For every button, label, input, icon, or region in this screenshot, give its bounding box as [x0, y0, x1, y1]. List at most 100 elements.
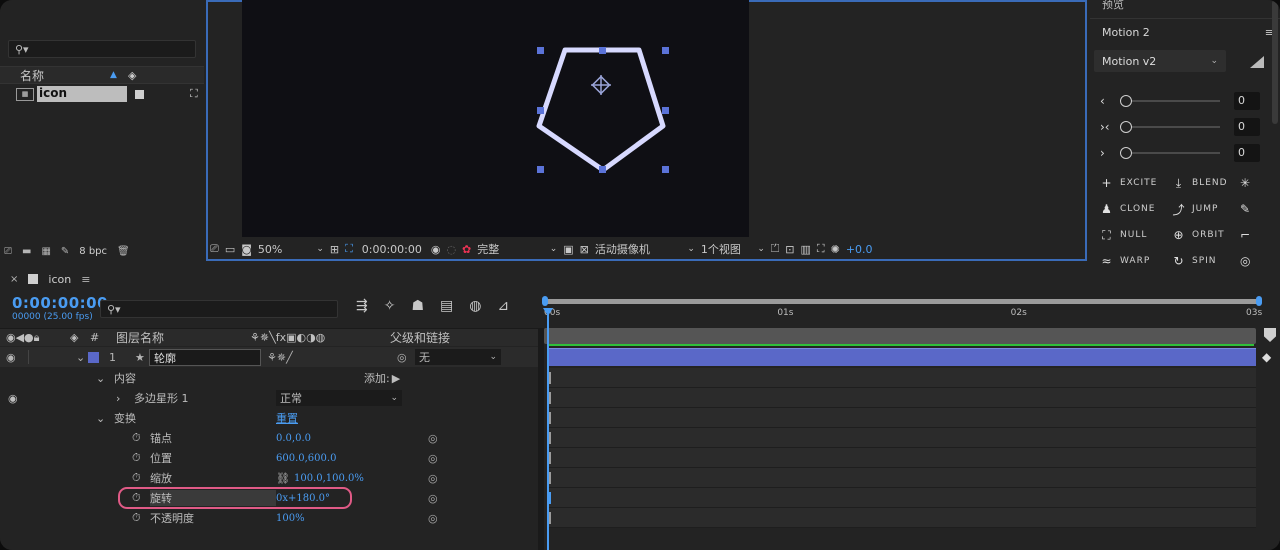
motion-blur-icon[interactable]: ◍ — [469, 298, 481, 314]
project-search-input[interactable]: ⚲▾ — [8, 40, 196, 58]
property-value[interactable]: 600.0,600.0 — [276, 453, 428, 464]
reset-link[interactable]: 重置 — [276, 410, 298, 426]
polystar-group[interactable]: ◉ › 多边星形 1 正常 ⌄ — [0, 388, 540, 408]
composition-timecode[interactable]: 0:00:00:00 — [359, 243, 425, 256]
playhead-icon[interactable] — [543, 308, 553, 316]
stopwatch-icon[interactable]: ⏱︎ — [132, 431, 150, 445]
exposure-reset-icon[interactable]: ✺ — [831, 243, 840, 256]
timeline-search-input[interactable]: ⚲▾ — [100, 300, 338, 318]
work-area-bar[interactable] — [542, 296, 1262, 306]
transparency-grid-icon[interactable]: ⛶ — [345, 242, 353, 256]
panel-divider[interactable] — [538, 328, 544, 550]
expression-pickwhip-icon[interactable]: ◎ — [428, 512, 438, 525]
label-tag-icon[interactable]: ◈ — [70, 331, 90, 344]
av-switch-icons[interactable]: ◉◀●🔒︎ — [6, 331, 70, 345]
corner-icon[interactable]: ⌐ — [1240, 222, 1250, 248]
pixel-aspect-icon[interactable]: ⏍ — [771, 242, 779, 256]
slider-value-input[interactable]: 0 — [1234, 144, 1260, 162]
version-select[interactable]: Motion v2 ⌄ — [1094, 50, 1226, 72]
property-scale[interactable]: ⏱︎ 缩放 ⛓ 100.0,100.0% ◎ — [0, 468, 540, 488]
motion-slider[interactable] — [1120, 147, 1220, 159]
parent-header[interactable]: 父级和链接 — [390, 329, 450, 346]
fast-preview-icon[interactable]: ▣ — [563, 243, 573, 256]
motion-blend-button[interactable]: ⤓ BLEND — [1172, 170, 1228, 196]
motion-jump-button[interactable]: ⤴ JUMP — [1172, 196, 1228, 222]
property-track[interactable] — [548, 488, 1256, 508]
stopwatch-icon[interactable]: ⏱︎ — [132, 451, 150, 465]
layer-row[interactable]: ◉ ⌄ 1 ★ 轮廓 ⚘✵╱ ◎ 无 ⌄ — [0, 347, 540, 367]
layer-end-icon[interactable]: ◆ — [1262, 350, 1271, 364]
draft-3d-icon[interactable]: ✧ — [384, 298, 396, 314]
toggle-grid-icon[interactable]: ⊠ — [580, 243, 589, 256]
slider-knob[interactable] — [1120, 147, 1132, 159]
property-track[interactable] — [548, 428, 1256, 448]
name-column-header[interactable]: 名称 — [20, 67, 110, 84]
snapshot-icon[interactable]: ◉ — [431, 243, 441, 256]
current-time-indicator[interactable] — [547, 312, 549, 550]
pen-icon[interactable]: ✎ — [1240, 196, 1250, 222]
switches-header-icons[interactable]: ⚘✵╲fx▣◐◑◍ — [250, 331, 390, 344]
bit-depth-button[interactable]: 8 bpc — [79, 246, 107, 257]
contents-group[interactable]: ⌄ 内容 添加: ▶ — [0, 368, 540, 388]
frame-blending-icon[interactable]: ▤ — [440, 298, 453, 314]
time-ruler[interactable]: 00s 01s 02s 03s — [544, 308, 1262, 326]
visibility-icon[interactable]: ◉ — [8, 392, 116, 405]
timeline-timecode[interactable]: 0:00:00:00 00000 (25.00 fps) — [12, 294, 108, 322]
property-position[interactable]: ⏱︎ 位置 600.0,600.0 ◎ — [0, 448, 540, 468]
vr-goggles-icon[interactable]: ◙ — [241, 243, 252, 256]
trash-icon[interactable]: 🗑︎ — [117, 246, 130, 257]
motion-clone-button[interactable]: ♟ CLONE — [1100, 196, 1157, 222]
show-snapshot-icon[interactable]: ◌ — [446, 243, 456, 256]
label-swatch[interactable] — [135, 89, 144, 99]
layer-switch-icons[interactable]: ⚘✵╱ — [267, 351, 397, 364]
property-track[interactable] — [548, 388, 1256, 408]
sort-asc-icon[interactable]: ▲ — [110, 70, 128, 80]
slider-value-input[interactable]: 0 — [1234, 92, 1260, 110]
graph-editor-icon[interactable]: ⊿ — [497, 298, 509, 314]
burst-icon[interactable]: ✳ — [1240, 170, 1250, 196]
property-track[interactable] — [548, 508, 1256, 528]
transform-group[interactable]: ⌄ 变换 重置 — [0, 408, 540, 428]
zoom-select[interactable]: 50% ⌄ — [258, 243, 324, 256]
add-button-icon[interactable]: ▶ — [392, 372, 400, 385]
expand-chevron-icon[interactable]: ⌄ — [76, 351, 88, 364]
layer-name[interactable]: 轮廓 — [149, 348, 261, 366]
motion-excite-button[interactable]: + EXCITE — [1100, 170, 1157, 196]
motion-null-button[interactable]: ⛶ NULL — [1100, 222, 1157, 248]
motion-orbit-button[interactable]: ⊕ ORBIT — [1172, 222, 1228, 248]
expression-pickwhip-icon[interactable]: ◎ — [428, 432, 438, 445]
project-item-row[interactable]: ▦ icon ⛶ — [16, 85, 204, 103]
parent-select[interactable]: 无 ⌄ — [415, 349, 501, 365]
layer-label-color[interactable] — [88, 351, 99, 363]
resolution-select[interactable]: 完整 ⌄ — [477, 241, 557, 257]
project-item-name[interactable]: icon — [37, 86, 127, 102]
close-icon[interactable]: × — [10, 274, 18, 285]
label-tag-icon[interactable]: ◈ — [128, 69, 136, 82]
tab-menu-icon[interactable]: ≡ — [81, 273, 90, 286]
expression-pickwhip-icon[interactable]: ◎ — [428, 452, 438, 465]
composition-viewer[interactable] — [242, 0, 749, 237]
stopwatch-icon[interactable]: ⏱︎ — [132, 471, 150, 485]
scrollbar[interactable] — [1272, 0, 1278, 124]
new-composition-icon[interactable]: ▦ — [41, 246, 50, 257]
shy-icon[interactable]: ☗ — [411, 298, 424, 314]
new-folder-icon[interactable]: ▬ — [22, 246, 31, 257]
interpret-footage-icon[interactable]: ⎚ — [4, 246, 12, 257]
property-track[interactable] — [548, 408, 1256, 428]
region-of-interest-icon[interactable]: ⊞ — [330, 243, 339, 256]
slider-knob[interactable] — [1120, 121, 1132, 133]
expression-pickwhip-icon[interactable]: ◎ — [428, 492, 438, 505]
slider-knob[interactable] — [1120, 95, 1132, 107]
layer-duration-bar[interactable] — [548, 348, 1256, 366]
monitor-icon[interactable]: ▭ — [225, 243, 235, 256]
view-layout-select[interactable]: 1个视图 ⌄ — [701, 241, 765, 257]
layer-name-header[interactable]: 图层名称 — [116, 329, 250, 346]
motion-slider-row[interactable]: ›‹ 0 — [1100, 114, 1270, 140]
stopwatch-icon[interactable]: ⏱︎ — [132, 511, 150, 525]
blend-mode-select[interactable]: 正常 ⌄ — [276, 390, 402, 406]
flowchart-icon[interactable]: ⛶ — [817, 242, 825, 256]
property-track[interactable] — [548, 468, 1256, 488]
property-value[interactable]: 100% — [276, 513, 428, 524]
constrain-link-icon[interactable]: ⛓ — [276, 472, 290, 485]
slider-value-input[interactable]: 0 — [1234, 118, 1260, 136]
